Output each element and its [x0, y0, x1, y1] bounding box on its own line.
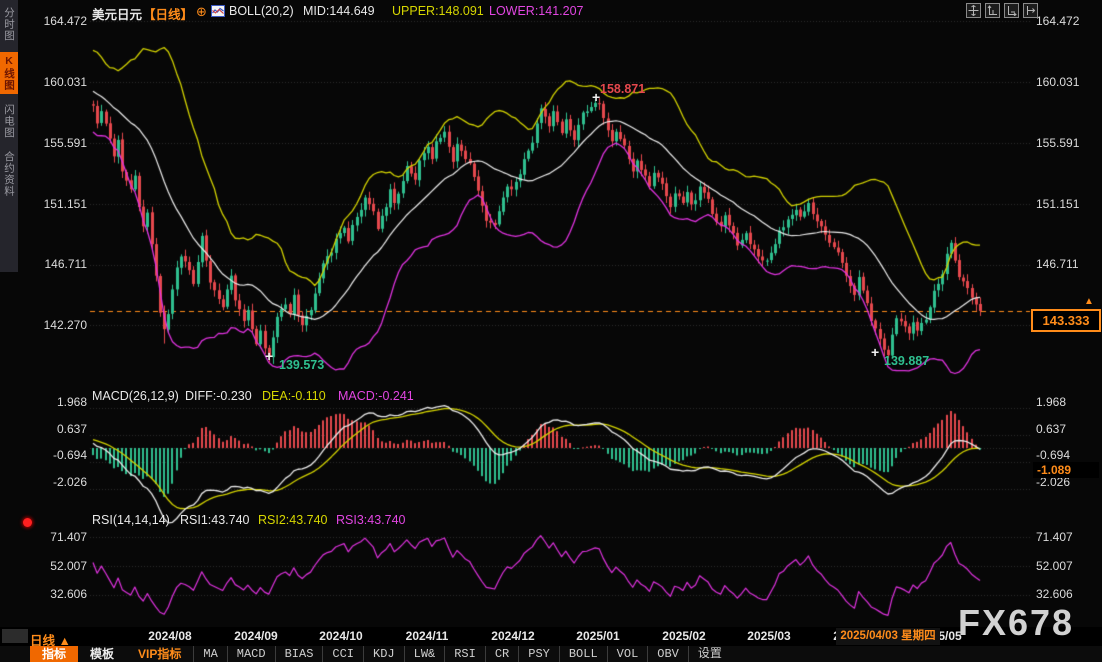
fx678-watermark: FX678 — [958, 602, 1074, 644]
toolbar-item-KDJ[interactable]: KDJ — [363, 646, 404, 662]
boll-label: BOLL(20,2) — [229, 4, 294, 18]
boll-mid-value: MID:144.649 — [303, 4, 375, 18]
high-cross-marker: + — [592, 92, 600, 102]
macd-axis-tick-right-1: 0.637 — [1036, 422, 1066, 436]
macd-axis-tick-left-0: 1.968 — [31, 395, 87, 409]
macd-axis-tick-left-3: -2.026 — [31, 475, 87, 489]
rsi3-value: RSI3:43.740 — [336, 513, 406, 527]
sep-low-annotation: 139.573 — [279, 358, 324, 372]
boll-upper-value: UPPER:148.091 — [392, 4, 484, 18]
x-axis-label-4: 2024/12 — [491, 629, 534, 643]
macd-axis-tick-left-2: -0.694 — [31, 448, 87, 462]
main-axis-tick-left-2: 155.591 — [31, 136, 87, 150]
macd-axis-tick-left-1: 0.637 — [31, 422, 87, 436]
macd-title: MACD(26,12,9) — [92, 389, 179, 403]
toolbar-item-BOLL[interactable]: BOLL — [559, 646, 607, 662]
x-axis-label-0: 2024/08 — [148, 629, 191, 643]
indicator-toolbar: 指标模板VIP指标MAMACDBIASCCIKDJLW&RSICRPSYBOLL… — [0, 646, 1102, 662]
main-axis-tick-right-4: 146.711 — [1036, 257, 1079, 271]
x-axis-label-2: 2024/10 — [319, 629, 362, 643]
macd-axis-tick-right-2: -0.694 — [1036, 448, 1070, 462]
rsi-axis-tick-right-2: 32.606 — [1036, 587, 1073, 601]
toolbar-item-VOL[interactable]: VOL — [607, 646, 648, 662]
rsi2-value: RSI2:43.740 — [258, 513, 328, 527]
alert-dot-icon — [23, 518, 32, 527]
period-high-annotation: 158.871 — [600, 82, 645, 96]
pan-icon[interactable] — [966, 3, 981, 18]
toolbar-item-RSI[interactable]: RSI — [444, 646, 485, 662]
symbol-title: 美元日元 — [92, 4, 142, 23]
x-axis-scale-icon[interactable] — [1004, 3, 1019, 18]
price-chart-canvas[interactable] — [0, 0, 1102, 662]
chart-type-sidebar: 分时图 K线图闪电图合约资料 — [0, 0, 18, 272]
rsi-title: RSI(14,14,14) — [92, 513, 170, 527]
toolbar-item-LW&[interactable]: LW& — [404, 646, 445, 662]
toolbar-item-指标[interactable]: 指标 — [30, 646, 78, 662]
toolbar-item-MA[interactable]: MA — [193, 646, 226, 662]
corner-stub-top — [2, 629, 28, 643]
main-axis-tick-left-0: 164.472 — [31, 14, 87, 28]
main-axis-tick-right-1: 160.031 — [1036, 75, 1079, 89]
rsi-axis-tick-left-2: 32.606 — [31, 587, 87, 601]
sidebar-item-3[interactable]: 合约资料 — [0, 148, 18, 200]
toolbar-item-MACD[interactable]: MACD — [227, 646, 275, 662]
apr-low-cross-marker: + — [871, 347, 879, 357]
apr-low-annotation: 139.887 — [884, 354, 929, 368]
rsi-axis-tick-left-1: 52.007 — [31, 559, 87, 573]
x-axis-label-3: 2024/11 — [406, 629, 449, 643]
sidebar-item-1[interactable]: K线图 — [0, 52, 18, 94]
main-axis-tick-left-3: 151.151 — [31, 197, 87, 211]
chart-application: 分时图 K线图闪电图合约资料 美元日元 【日线】 ⊕ BOLL(20,2) MID… — [0, 0, 1102, 662]
toolbar-item-BIAS[interactable]: BIAS — [275, 646, 323, 662]
rsi-axis-tick-right-0: 71.407 — [1036, 530, 1073, 544]
chart-thumbnail-icon — [211, 5, 225, 20]
chart-toolbar-icons — [966, 3, 1038, 18]
boll-lower-value: LOWER:141.207 — [489, 4, 584, 18]
main-axis-tick-left-4: 146.711 — [31, 257, 87, 271]
main-axis-tick-left-1: 160.031 — [31, 75, 87, 89]
y-axis-scale-icon[interactable] — [985, 3, 1000, 18]
toolbar-item-OBV[interactable]: OBV — [647, 646, 688, 662]
toolbar-item-CR[interactable]: CR — [485, 646, 518, 662]
main-axis-tick-right-2: 155.591 — [1036, 136, 1079, 150]
sidebar-item-0[interactable]: 分时图 — [0, 4, 18, 45]
macd-value: MACD:-0.241 — [338, 389, 414, 403]
circle-plus-icon[interactable]: ⊕ — [196, 4, 207, 20]
timeframe-tag: 【日线】 — [143, 4, 193, 23]
macd-dea-value: DEA:-0.110 — [262, 389, 326, 403]
main-axis-tick-right-0: 164.472 — [1036, 14, 1079, 28]
pop-out-icon[interactable] — [1023, 3, 1038, 18]
toolbar-item-设置[interactable]: 设置 — [688, 646, 731, 662]
main-axis-tick-right-3: 151.151 — [1036, 197, 1079, 211]
x-axis-label-6: 2025/02 — [662, 629, 705, 643]
rsi-axis-tick-right-1: 52.007 — [1036, 559, 1073, 573]
x-axis-label-1: 2024/09 — [234, 629, 277, 643]
x-axis-label-7: 2025/03 — [747, 629, 790, 643]
last-price-marker: 143.333 — [1031, 309, 1101, 332]
x-axis-label-5: 2025/01 — [576, 629, 619, 643]
macd-value-marker: -1.089 — [1033, 462, 1099, 478]
rsi-axis-tick-left-0: 71.407 — [31, 530, 87, 544]
rsi1-value: RSI1:43.740 — [180, 513, 250, 527]
sep-low-cross-marker: + — [265, 351, 273, 361]
toolbar-item-模板[interactable]: 模板 — [78, 646, 126, 662]
main-axis-tick-left-5: 142.270 — [31, 318, 87, 332]
sidebar-item-2[interactable]: 闪电图 — [0, 101, 18, 142]
macd-diff-value: DIFF:-0.230 — [185, 389, 252, 403]
price-arrow-icon: ▲ — [1084, 296, 1094, 307]
toolbar-item-VIP指标[interactable]: VIP指标 — [126, 646, 193, 662]
toolbar-item-PSY[interactable]: PSY — [518, 646, 559, 662]
macd-axis-tick-right-0: 1.968 — [1036, 395, 1066, 409]
toolbar-item-CCI[interactable]: CCI — [322, 646, 363, 662]
crosshair-date-tooltip: 2025/04/03 星期四 — [836, 628, 940, 645]
